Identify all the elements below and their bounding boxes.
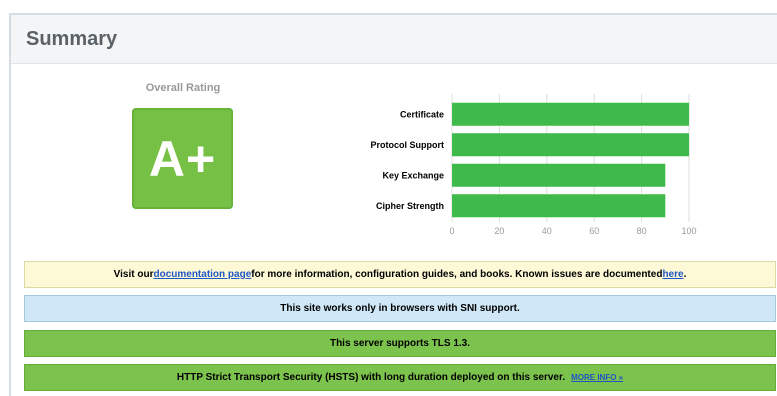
documentation-notice-prefix: Visit our (113, 269, 154, 280)
bar-key-exchange (452, 163, 666, 187)
x-tick-label: 0 (449, 226, 454, 236)
hsts-notice: HTTP Strict Transport Security (HSTS) wi… (24, 364, 776, 391)
category-label: Cipher Strength (376, 201, 444, 211)
documentation-notice: Visit our documentation page for more in… (24, 261, 776, 288)
category-label: Certificate (400, 109, 444, 119)
bar-cipher-strength (452, 194, 666, 218)
category-label: Protocol Support (371, 140, 445, 150)
sni-notice: This site works only in browsers with SN… (24, 295, 776, 322)
hsts-notice-text: HTTP Strict Transport Security (HSTS) wi… (176, 372, 566, 383)
x-tick-label: 40 (542, 226, 552, 236)
documentation-notice-middle: for more information, configuration guid… (251, 269, 663, 280)
x-tick-label: 80 (637, 226, 647, 236)
bar-certificate (452, 102, 689, 126)
x-tick-label: 100 (681, 226, 696, 236)
hsts-more-info-link[interactable]: MORE INFO » (571, 373, 623, 382)
sni-notice-text: This site works only in browsers with SN… (280, 303, 520, 314)
documentation-notice-suffix: . (683, 269, 687, 280)
category-label: Key Exchange (382, 170, 444, 180)
bar-protocol-support (452, 133, 689, 157)
x-tick-label: 60 (589, 226, 599, 236)
tls13-notice: This server supports TLS 1.3. (24, 330, 776, 357)
known-issues-link[interactable]: here (662, 269, 683, 280)
tls13-notice-text: This server supports TLS 1.3. (329, 338, 471, 349)
documentation-page-link[interactable]: documentation page (153, 269, 251, 280)
x-tick-label: 20 (494, 226, 504, 236)
